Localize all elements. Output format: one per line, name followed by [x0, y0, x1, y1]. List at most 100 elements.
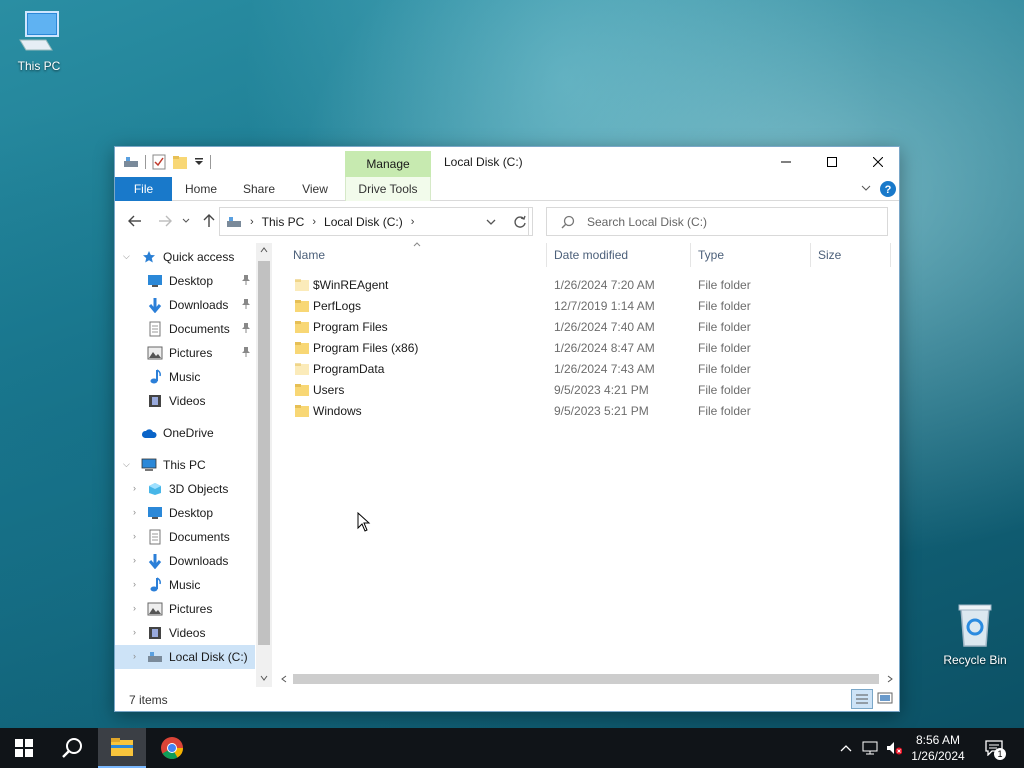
help-icon[interactable]: ?	[879, 180, 897, 198]
file-row[interactable]: Program Files 1/26/2024 7:40 AM File folde…	[289, 317, 889, 338]
tab-file[interactable]: File	[115, 177, 172, 201]
nav-qa-music[interactable]: Music	[147, 365, 255, 389]
pin-icon[interactable]	[241, 346, 251, 358]
nav-qa-pictures[interactable]: Pictures	[147, 341, 255, 365]
column-header-type[interactable]: Type	[690, 243, 810, 267]
desktop-icon-this-pc[interactable]: This PC	[4, 10, 74, 73]
collapse-quick-access-icon[interactable]: ⌵	[123, 251, 130, 262]
windows-logo-icon	[15, 739, 33, 757]
folder-icon	[295, 321, 309, 333]
start-button[interactable]	[0, 728, 48, 768]
expand-icon[interactable]: ›	[133, 555, 136, 565]
tab-share[interactable]: Share	[237, 177, 281, 201]
nav-qa-videos[interactable]: Videos	[147, 389, 255, 413]
breadcrumb-separator[interactable]: ›	[250, 216, 254, 228]
address-bar[interactable]: › This PC › Local Disk (C:) ›	[219, 207, 529, 236]
expand-icon[interactable]: ›	[133, 507, 136, 517]
scroll-down-icon[interactable]	[260, 675, 268, 681]
expand-ribbon-icon[interactable]	[861, 185, 871, 193]
nav-onedrive[interactable]: OneDrive	[141, 421, 271, 445]
search-box[interactable]: Search Local Disk (C:)	[546, 207, 888, 236]
file-row[interactable]: Users 9/5/2023 4:21 PM File folder	[289, 380, 889, 401]
details-view-icon[interactable]	[851, 689, 873, 709]
properties-icon[interactable]	[152, 154, 166, 170]
breadcrumb-separator[interactable]: ›	[312, 216, 316, 228]
address-dropdown-icon[interactable]	[486, 219, 496, 226]
scrollbar-thumb[interactable]	[258, 261, 270, 645]
back-button[interactable]	[125, 211, 145, 231]
taskbar-file-explorer[interactable]	[98, 728, 146, 768]
breadcrumb-this-pc[interactable]: This PC	[262, 215, 305, 229]
expand-icon[interactable]: ›	[133, 483, 136, 493]
tab-drive-tools[interactable]: Drive Tools	[345, 177, 431, 201]
pin-icon[interactable]	[241, 322, 251, 334]
column-divider[interactable]	[890, 243, 891, 267]
scrollbar-thumb[interactable]	[293, 674, 879, 684]
title-bar[interactable]: Manage Local Disk (C:)	[115, 147, 899, 177]
expand-icon[interactable]: ›	[133, 651, 136, 661]
3d-objects-icon	[149, 483, 161, 495]
maximize-button[interactable]	[809, 147, 855, 177]
nav-qa-desktop[interactable]: Desktop	[147, 269, 255, 293]
nav-pc-documents[interactable]: Documents	[147, 525, 255, 549]
nav-pc-desktop[interactable]: Desktop	[147, 501, 255, 525]
customize-qat-icon[interactable]	[194, 157, 204, 167]
nav-pc-local-disk[interactable]: Local Disk (C:)	[115, 645, 255, 669]
expand-icon[interactable]: ›	[133, 627, 136, 637]
pin-icon[interactable]	[241, 274, 251, 286]
file-row[interactable]: $WinREAgent 1/26/2024 7:20 AM File folder	[289, 275, 889, 296]
expand-icon[interactable]: ›	[133, 579, 136, 589]
large-icons-view-icon[interactable]	[877, 691, 893, 705]
nav-pane-scrollbar[interactable]	[256, 243, 272, 687]
column-header-date[interactable]: Date modified	[546, 243, 690, 267]
refresh-button[interactable]	[507, 207, 533, 236]
recycle-bin-icon	[958, 604, 992, 647]
minimize-button[interactable]	[763, 147, 809, 177]
nav-pc-videos[interactable]: Videos	[147, 621, 255, 645]
up-button[interactable]	[199, 211, 219, 231]
show-hidden-icons-button[interactable]	[838, 740, 854, 756]
recent-locations-button[interactable]	[179, 211, 193, 231]
nav-quick-access[interactable]: Quick access	[141, 245, 271, 269]
new-folder-icon[interactable]	[172, 154, 188, 170]
nav-pc-music[interactable]: Music	[147, 573, 255, 597]
close-button[interactable]	[855, 147, 901, 177]
nav-pc-downloads[interactable]: Downloads	[147, 549, 255, 573]
pin-icon[interactable]	[241, 298, 251, 310]
file-row[interactable]: Program Files (x86) 1/26/2024 8:47 AM File…	[289, 338, 889, 359]
nav-pc-3d-objects[interactable]: 3D Objects	[147, 477, 255, 501]
file-list-horizontal-scrollbar[interactable]	[279, 671, 899, 687]
nav-pc-pictures[interactable]: Pictures	[147, 597, 255, 621]
collapse-this-pc-icon[interactable]: ⌵	[123, 459, 130, 470]
scroll-left-icon[interactable]	[281, 675, 287, 683]
search-input[interactable]: Search Local Disk (C:)	[587, 215, 707, 229]
search-button[interactable]	[48, 728, 96, 768]
desktop-icon-recycle-bin[interactable]: Recycle Bin	[940, 602, 1010, 667]
expand-icon[interactable]: ›	[133, 603, 136, 613]
breadcrumb-local-disk[interactable]: Local Disk (C:)	[324, 215, 403, 229]
drive-icon	[148, 652, 162, 662]
expand-icon[interactable]: ›	[133, 531, 136, 541]
svg-text:?: ?	[885, 184, 892, 196]
file-row[interactable]: Windows 9/5/2023 5:21 PM File folder	[289, 401, 889, 422]
nav-label: This PC	[163, 458, 206, 472]
nav-qa-downloads[interactable]: Downloads	[147, 293, 255, 317]
action-center-button[interactable]: 1	[984, 740, 1006, 760]
taskbar-clock[interactable]: 8:56 AM 1/26/2024	[903, 732, 973, 764]
column-header-size[interactable]: Size	[810, 243, 890, 267]
taskbar-chrome[interactable]	[148, 728, 196, 768]
column-header-name[interactable]: Name	[285, 243, 546, 267]
tab-home[interactable]: Home	[179, 177, 223, 201]
file-row[interactable]: PerfLogs 12/7/2019 1:14 AM File folder	[289, 296, 889, 317]
tab-view[interactable]: View	[295, 177, 335, 201]
nav-this-pc[interactable]: This PC	[141, 453, 271, 477]
breadcrumb-separator[interactable]: ›	[411, 216, 415, 228]
volume-button[interactable]	[886, 740, 902, 756]
scroll-right-icon[interactable]	[887, 675, 893, 683]
desktop-icon	[148, 507, 162, 519]
file-row[interactable]: ProgramData 1/26/2024 7:43 AM File folder	[289, 359, 889, 380]
scroll-up-icon[interactable]	[260, 247, 268, 253]
nav-qa-documents[interactable]: Documents	[147, 317, 255, 341]
forward-button[interactable]	[155, 211, 175, 231]
network-button[interactable]	[862, 740, 878, 756]
